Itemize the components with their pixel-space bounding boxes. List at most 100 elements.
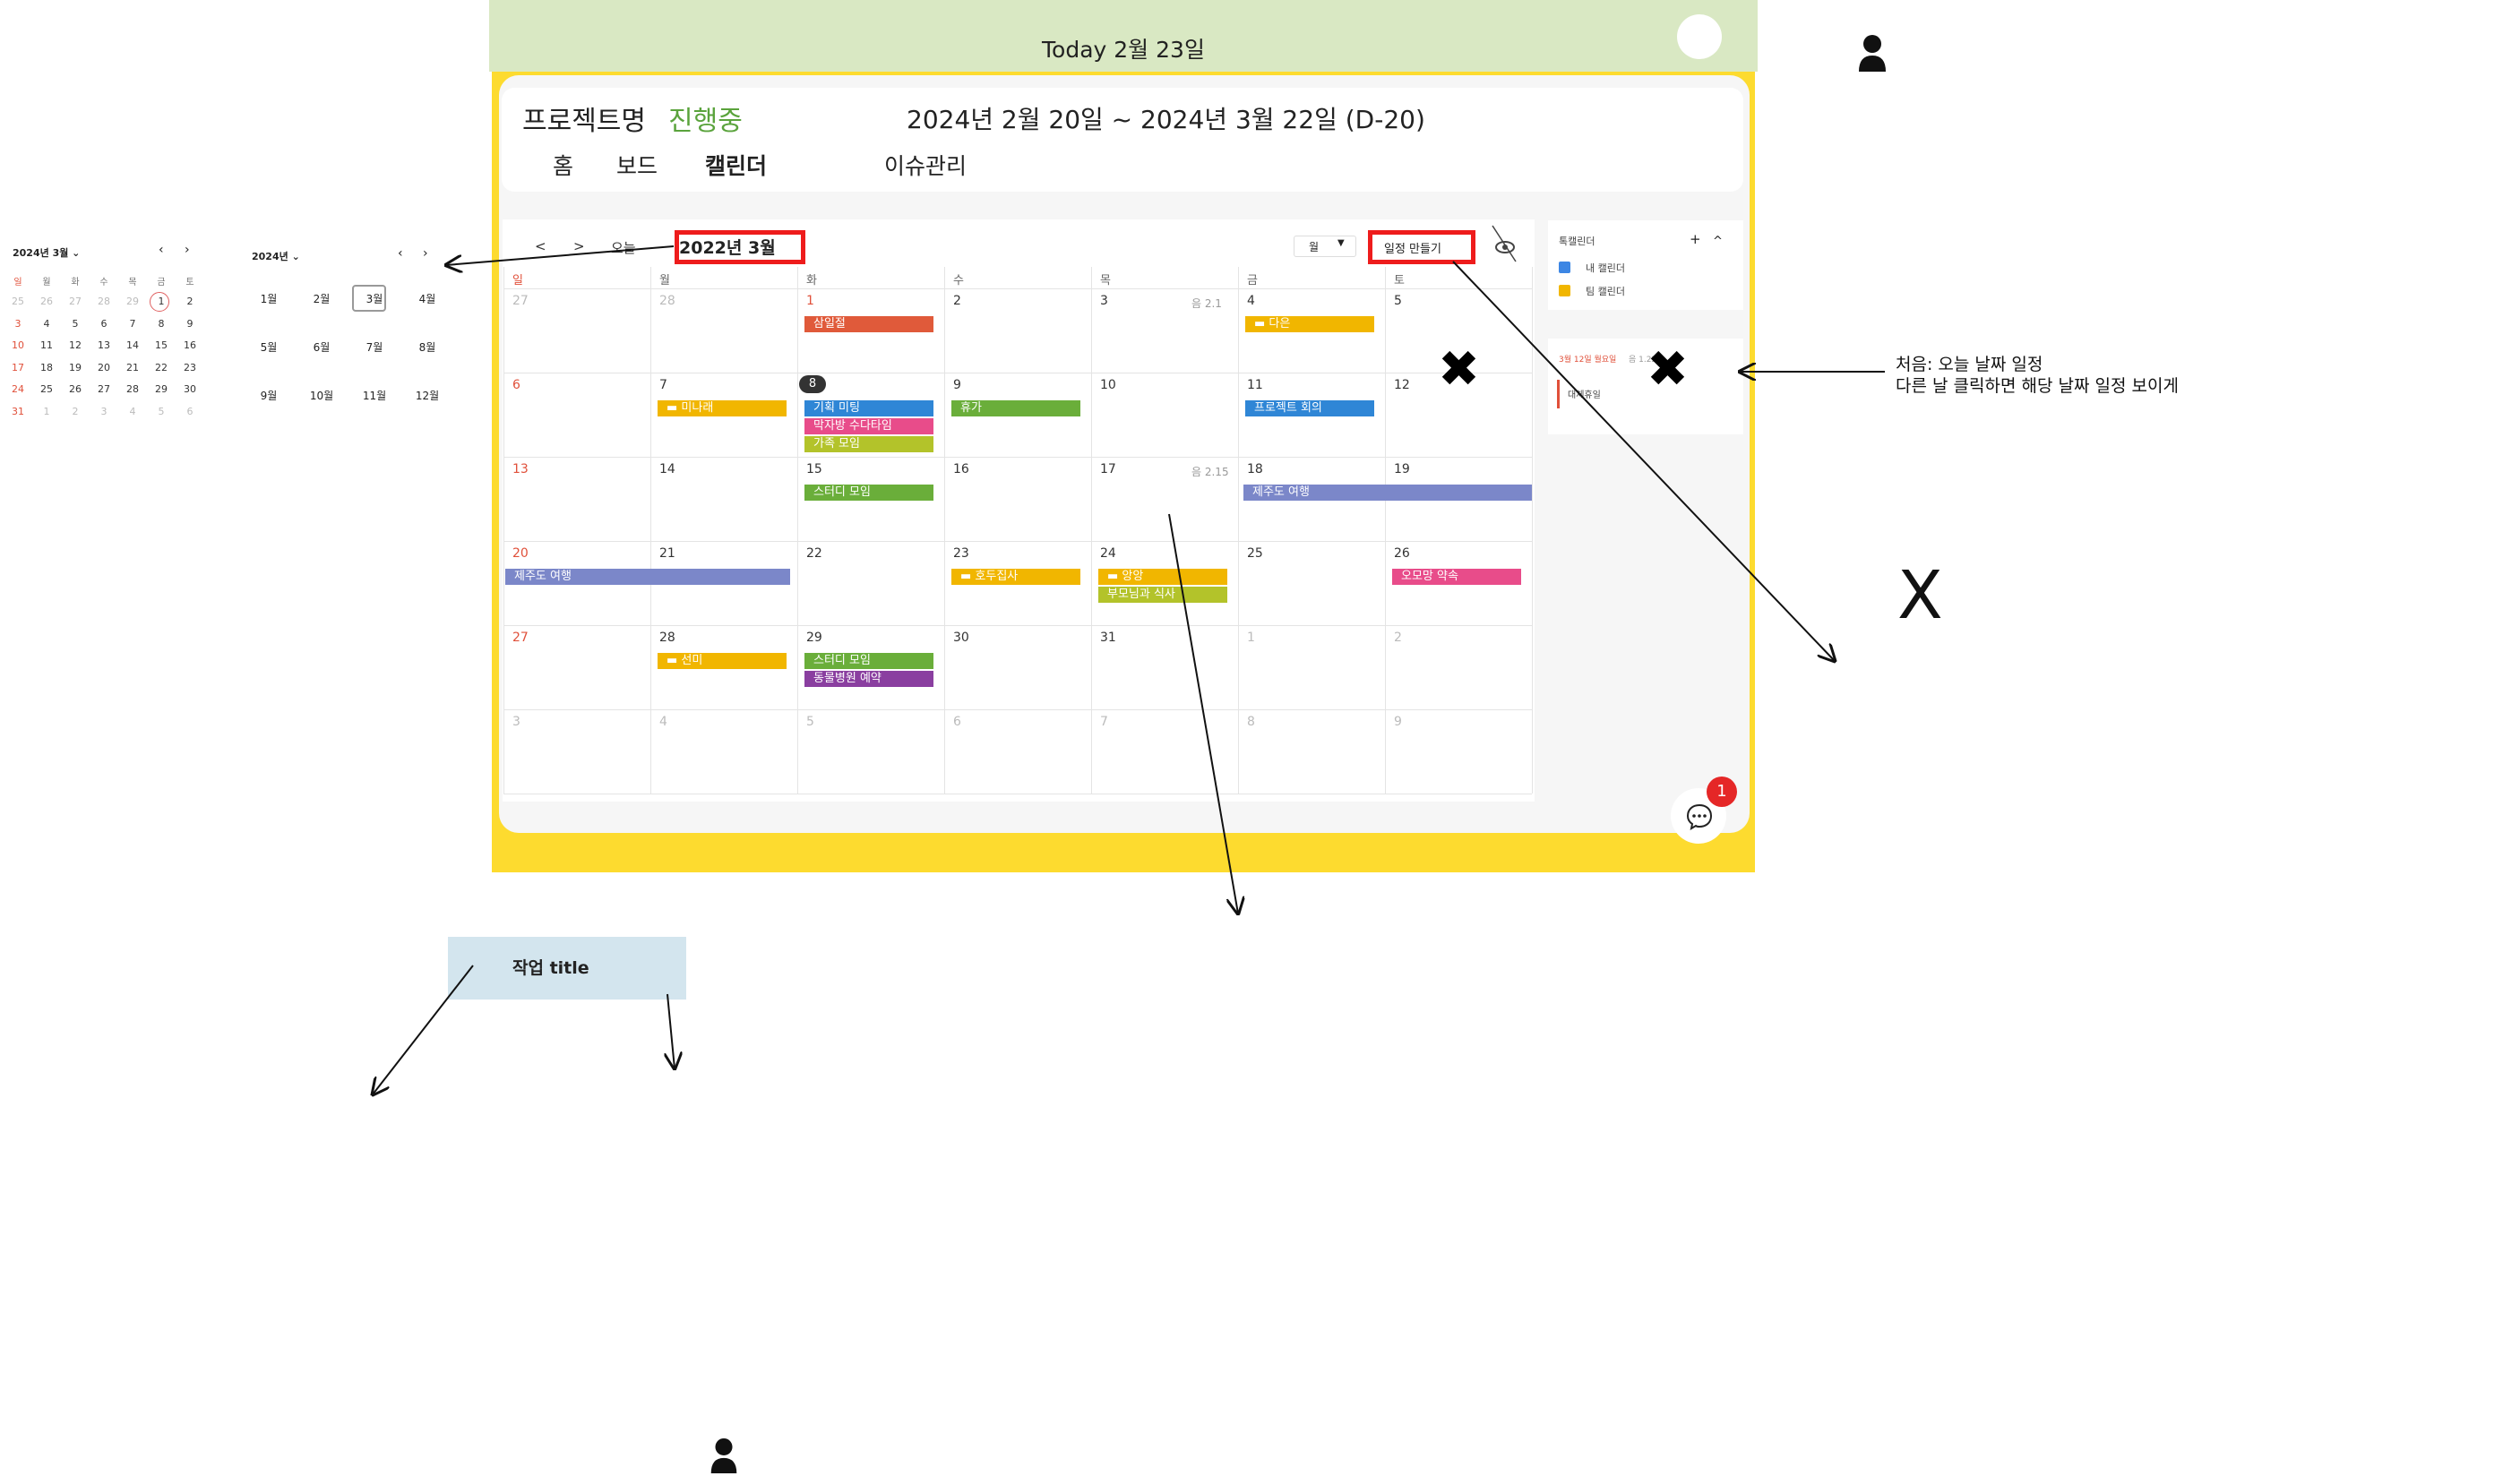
mini-day[interactable]: 27: [66, 296, 84, 307]
collapse-button[interactable]: ^: [1713, 235, 1723, 248]
event-chip[interactable]: ▬ 앙앙: [1098, 569, 1227, 585]
mini-day[interactable]: 7: [124, 318, 142, 330]
nav-board[interactable]: 보드: [616, 149, 658, 181]
user-icon[interactable]: [1858, 34, 1887, 72]
mini-day[interactable]: 20: [95, 362, 113, 373]
calendar-day-cell[interactable]: [1386, 626, 1532, 709]
month-option[interactable]: 6월: [306, 339, 337, 355]
mini-day[interactable]: 5: [152, 406, 170, 417]
event-chip[interactable]: 프로젝트 회의: [1245, 400, 1374, 416]
event-chip[interactable]: 스터디 모임: [804, 485, 933, 501]
month-option[interactable]: 4월: [412, 291, 443, 306]
mini-day[interactable]: 13: [95, 339, 113, 351]
view-select[interactable]: 월 ▼: [1294, 236, 1356, 257]
month-option[interactable]: 5월: [254, 339, 284, 355]
mini-day[interactable]: 3: [9, 318, 27, 330]
event-chip[interactable]: 스터디 모임: [804, 653, 933, 669]
event-chip[interactable]: ▬ 미나래: [658, 400, 787, 416]
calendar-day-cell[interactable]: [1386, 710, 1532, 794]
mini-day[interactable]: 14: [124, 339, 142, 351]
mini-day[interactable]: 31: [9, 406, 27, 417]
eye-off-icon[interactable]: [1491, 224, 1518, 263]
mini-day[interactable]: 5: [66, 318, 84, 330]
mini-year-prev[interactable]: ‹: [398, 246, 403, 261]
mini-day[interactable]: 29: [124, 296, 142, 307]
calendar-day-cell[interactable]: [945, 289, 1091, 373]
mini-day[interactable]: 15: [152, 339, 170, 351]
event-chip[interactable]: 가족 모임: [804, 436, 933, 452]
calendar-day-cell[interactable]: [651, 710, 797, 794]
event-chip[interactable]: 부모님과 식사: [1098, 587, 1227, 603]
mini-day[interactable]: 19: [66, 362, 84, 373]
mini-day[interactable]: 4: [124, 406, 142, 417]
mini-day[interactable]: 23: [181, 362, 199, 373]
mini-day[interactable]: 26: [38, 296, 56, 307]
mini-day[interactable]: 29: [152, 383, 170, 395]
mini-day[interactable]: 25: [9, 296, 27, 307]
month-option[interactable]: 8월: [412, 339, 443, 355]
event-chip[interactable]: 삼일절: [804, 316, 933, 332]
calendar-day-cell[interactable]: [1239, 626, 1385, 709]
nav-calendar[interactable]: 캘린더: [705, 149, 767, 181]
checkbox-team-calendar[interactable]: [1559, 285, 1570, 296]
calendar-day-cell[interactable]: [945, 710, 1091, 794]
mini-day[interactable]: 17: [9, 362, 27, 373]
month-option[interactable]: 2월: [306, 291, 337, 306]
month-option[interactable]: 11월: [359, 388, 390, 403]
mini-day[interactable]: 6: [95, 318, 113, 330]
mini-month-prev[interactable]: ‹: [159, 243, 164, 257]
calendar-day-cell[interactable]: [1092, 710, 1238, 794]
mini-day[interactable]: 28: [95, 296, 113, 307]
profile-circle[interactable]: [1677, 14, 1722, 59]
mini-day[interactable]: 30: [181, 383, 199, 395]
prev-month-button[interactable]: <: [535, 238, 546, 254]
event-chip[interactable]: 오모망 약속: [1392, 569, 1521, 585]
event-chip[interactable]: ▬ 다은: [1245, 316, 1374, 332]
month-option[interactable]: 1월: [254, 291, 284, 306]
event-chip[interactable]: 기획 미팅: [804, 400, 933, 416]
mini-day[interactable]: 18: [38, 362, 56, 373]
create-event-button[interactable]: 일정 만들기: [1384, 239, 1441, 256]
calendar-day-cell[interactable]: [1239, 710, 1385, 794]
mini-day[interactable]: 26: [66, 383, 84, 395]
mini-day[interactable]: 22: [152, 362, 170, 373]
nav-home[interactable]: 홈: [553, 149, 573, 181]
mini-day[interactable]: 11: [38, 339, 56, 351]
event-chip[interactable]: 제주도 여행: [1243, 485, 1532, 501]
event-chip[interactable]: 휴가: [951, 400, 1080, 416]
mini-day[interactable]: 25: [38, 383, 56, 395]
mini-year-title[interactable]: 2024년 ⌄: [252, 249, 300, 263]
mini-day[interactable]: 2: [181, 296, 199, 307]
mini-month-next[interactable]: ›: [185, 243, 190, 257]
mini-month-title[interactable]: 2024년 3월 ⌄: [13, 245, 80, 260]
mini-year-next[interactable]: ›: [423, 246, 428, 261]
calendar-day-cell[interactable]: [504, 710, 650, 794]
mini-day[interactable]: 3: [95, 406, 113, 417]
month-option[interactable]: 9월: [254, 388, 284, 403]
event-chip[interactable]: ▬ 선미: [658, 653, 787, 669]
mini-day[interactable]: 21: [124, 362, 142, 373]
mini-day[interactable]: 6: [181, 406, 199, 417]
mini-day[interactable]: 8: [152, 318, 170, 330]
nav-issues[interactable]: 이슈관리: [884, 149, 967, 181]
mini-day[interactable]: 12: [66, 339, 84, 351]
event-chip[interactable]: 막자방 수다타임: [804, 418, 933, 434]
mini-day[interactable]: 24: [9, 383, 27, 395]
checkbox-my-calendar[interactable]: [1559, 262, 1570, 273]
mini-day[interactable]: 10: [9, 339, 27, 351]
calendar-day-cell[interactable]: [798, 710, 944, 794]
event-chip[interactable]: 제주도 여행: [505, 569, 790, 585]
month-option[interactable]: 7월: [359, 339, 390, 355]
mini-day[interactable]: 2: [66, 406, 84, 417]
mini-day[interactable]: 16: [181, 339, 199, 351]
next-month-button[interactable]: >: [573, 238, 585, 254]
mini-day[interactable]: 9: [181, 318, 199, 330]
add-calendar-button[interactable]: +: [1690, 231, 1701, 247]
mini-day[interactable]: 1: [38, 406, 56, 417]
mini-day[interactable]: 4: [38, 318, 56, 330]
calendar-day-cell[interactable]: [504, 373, 650, 457]
mini-day[interactable]: 28: [124, 383, 142, 395]
event-chip[interactable]: ▬ 호두집사: [951, 569, 1080, 585]
mini-day[interactable]: 27: [95, 383, 113, 395]
today-button[interactable]: 오늘: [611, 238, 636, 257]
